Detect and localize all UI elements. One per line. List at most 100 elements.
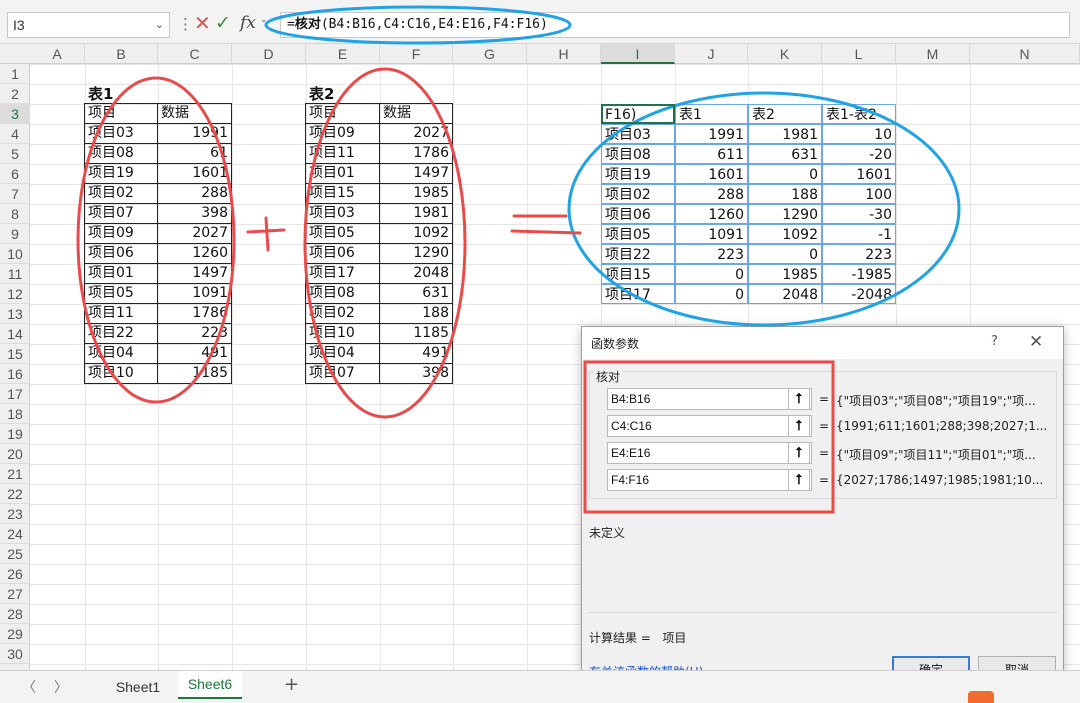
row-header-24[interactable]: 24 <box>0 524 30 544</box>
table2-value[interactable]: 1497 <box>379 163 453 184</box>
table1-item[interactable]: 项目06 <box>84 243 158 264</box>
formula-input[interactable]: =核对(B4:B16,C4:C16,E4:E16,F4:F16) <box>280 12 1070 38</box>
column-header-i[interactable]: I <box>601 44 675 64</box>
column-header-c[interactable]: C <box>158 44 232 64</box>
table1-value[interactable]: 491 <box>157 343 232 364</box>
table1-value[interactable]: 1786 <box>157 303 232 324</box>
row-header-21[interactable]: 21 <box>0 464 30 484</box>
column-header-g[interactable]: G <box>453 44 527 64</box>
result-header[interactable]: 表1-表2 <box>822 104 896 124</box>
row-header-12[interactable]: 12 <box>0 284 30 304</box>
row-header-5[interactable]: 5 <box>0 144 30 164</box>
table1-header[interactable]: 数据 <box>157 103 232 124</box>
row-header-18[interactable]: 18 <box>0 404 30 424</box>
result-value[interactable]: 188 <box>748 184 822 204</box>
result-value[interactable]: 1985 <box>748 264 822 284</box>
table2-item[interactable]: 项目04 <box>305 343 380 364</box>
table1-value[interactable]: 398 <box>157 203 232 224</box>
result-value[interactable]: 223 <box>822 244 896 264</box>
table1-item[interactable]: 项目05 <box>84 283 158 304</box>
row-header-8[interactable]: 8 <box>0 204 30 224</box>
result-value[interactable]: 1601 <box>675 164 748 184</box>
table2-value[interactable]: 2027 <box>379 123 453 144</box>
result-item[interactable]: 项目06 <box>601 204 675 224</box>
column-header-n[interactable]: N <box>970 44 1080 64</box>
table2-value[interactable]: 1185 <box>379 323 453 344</box>
row-header-23[interactable]: 23 <box>0 504 30 524</box>
table1-value[interactable]: 1260 <box>157 243 232 264</box>
result-header[interactable]: F16) <box>601 104 675 124</box>
result-value[interactable]: 1991 <box>675 124 748 144</box>
row-header-1[interactable]: 1 <box>0 64 30 84</box>
arg-input-4[interactable]: F4:F16 <box>607 469 812 491</box>
column-header-k[interactable]: K <box>748 44 822 64</box>
table1-item[interactable]: 项目09 <box>84 223 158 244</box>
table1-item[interactable]: 项目10 <box>84 363 158 384</box>
result-value[interactable]: 1290 <box>748 204 822 224</box>
table2-value[interactable]: 188 <box>379 303 453 324</box>
table1-item[interactable]: 项目08 <box>84 143 158 164</box>
row-header-20[interactable]: 20 <box>0 444 30 464</box>
result-item[interactable]: 项目19 <box>601 164 675 184</box>
result-value[interactable]: 1981 <box>748 124 822 144</box>
table2-header[interactable]: 数据 <box>379 103 453 124</box>
table1-item[interactable]: 项目19 <box>84 163 158 184</box>
table2-value[interactable]: 1786 <box>379 143 453 164</box>
close-icon[interactable]: ✕ <box>1029 332 1043 352</box>
result-item[interactable]: 项目02 <box>601 184 675 204</box>
result-value[interactable]: -1985 <box>822 264 896 284</box>
result-item[interactable]: 项目03 <box>601 124 675 144</box>
row-header-10[interactable]: 10 <box>0 244 30 264</box>
result-item[interactable]: 项目22 <box>601 244 675 264</box>
column-header-e[interactable]: E <box>306 44 380 64</box>
table1-item[interactable]: 项目01 <box>84 263 158 284</box>
table2-title[interactable]: 表2 <box>306 84 380 104</box>
chevron-down-icon[interactable]: ⌄ <box>155 13 164 37</box>
row-header-3[interactable]: 3 <box>0 104 30 124</box>
table2-value[interactable]: 1981 <box>379 203 453 224</box>
table1-item[interactable]: 项目07 <box>84 203 158 224</box>
table2-value[interactable]: 1290 <box>379 243 453 264</box>
table1-item[interactable]: 项目03 <box>84 123 158 144</box>
row-header-13[interactable]: 13 <box>0 304 30 324</box>
row-header-22[interactable]: 22 <box>0 484 30 504</box>
row-header-7[interactable]: 7 <box>0 184 30 204</box>
table2-item[interactable]: 项目10 <box>305 323 380 344</box>
add-sheet-icon[interactable]: + <box>284 674 299 695</box>
result-value[interactable]: 0 <box>675 284 748 304</box>
table2-item[interactable]: 项目01 <box>305 163 380 184</box>
table2-item[interactable]: 项目07 <box>305 363 380 384</box>
table2-value[interactable]: 398 <box>379 363 453 384</box>
result-value[interactable]: -30 <box>822 204 896 224</box>
table1-value[interactable]: 1991 <box>157 123 232 144</box>
arg-input-2[interactable]: C4:C16 <box>607 415 812 437</box>
table2-item[interactable]: 项目15 <box>305 183 380 204</box>
row-header-17[interactable]: 17 <box>0 384 30 404</box>
column-header-b[interactable]: B <box>85 44 158 64</box>
result-value[interactable]: 0 <box>748 164 822 184</box>
result-value[interactable]: 2048 <box>748 284 822 304</box>
row-header-14[interactable]: 14 <box>0 324 30 344</box>
table1-value[interactable]: 2027 <box>157 223 232 244</box>
table1-value[interactable]: 288 <box>157 183 232 204</box>
result-value[interactable]: 0 <box>748 244 822 264</box>
result-item[interactable]: 项目15 <box>601 264 675 284</box>
row-header-30[interactable]: 30 <box>0 644 30 664</box>
table2-item[interactable]: 项目02 <box>305 303 380 324</box>
result-item[interactable]: 项目08 <box>601 144 675 164</box>
table1-value[interactable]: 1185 <box>157 363 232 384</box>
table2-value[interactable]: 2048 <box>379 263 453 284</box>
table1-value[interactable]: 61 <box>157 143 232 164</box>
result-value[interactable]: 1260 <box>675 204 748 224</box>
check-icon[interactable]: ✓ <box>215 11 231 35</box>
table1-title[interactable]: 表1 <box>85 84 158 104</box>
column-header-m[interactable]: M <box>896 44 970 64</box>
table1-item[interactable]: 项目11 <box>84 303 158 324</box>
table2-header[interactable]: 项目 <box>305 103 380 124</box>
collapse-ref-icon[interactable]: ⭡ <box>788 442 810 464</box>
result-value[interactable]: 631 <box>748 144 822 164</box>
help-button[interactable]: ? <box>991 334 998 349</box>
name-box[interactable]: I3 ⌄ <box>7 12 170 38</box>
result-value[interactable]: 0 <box>675 264 748 284</box>
column-header-l[interactable]: L <box>822 44 896 64</box>
